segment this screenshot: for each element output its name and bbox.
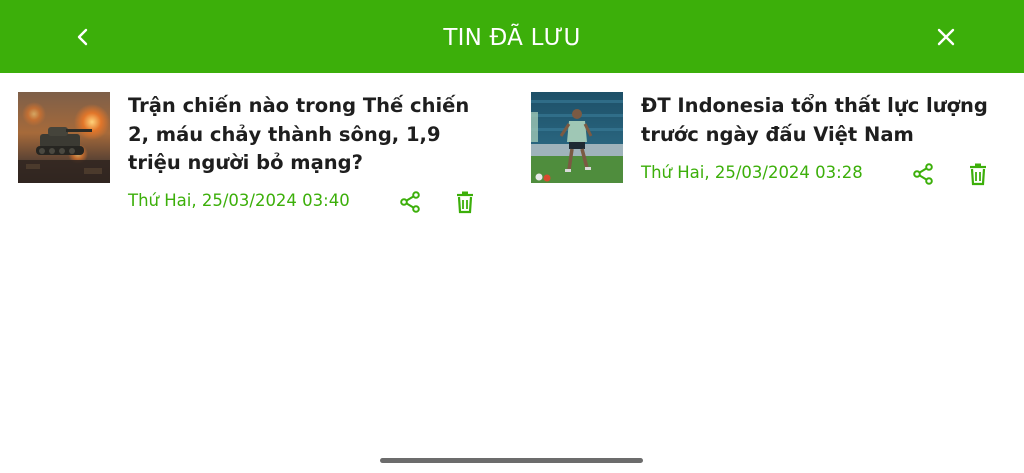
article-headline[interactable]: ĐT Indonesia tổn thất lực lượng trước ng… <box>641 92 1011 149</box>
article-date: Thứ Hai, 25/03/2024 03:40 <box>128 191 350 210</box>
article-thumbnail-football[interactable] <box>531 92 623 183</box>
share-button[interactable] <box>909 160 937 188</box>
share-button[interactable] <box>396 188 424 216</box>
page-title: TIN ĐÃ LƯU <box>443 25 581 51</box>
delete-button[interactable] <box>451 188 479 216</box>
share-icon <box>400 191 420 213</box>
top-bar: TIN ĐÃ LƯU <box>0 0 1024 73</box>
article-date: Thứ Hai, 25/03/2024 03:28 <box>641 163 863 182</box>
delete-button[interactable] <box>964 160 992 188</box>
close-button[interactable] <box>929 20 963 54</box>
home-indicator[interactable] <box>380 458 643 463</box>
close-icon <box>937 28 955 46</box>
trash-icon <box>457 191 473 214</box>
trash-icon <box>970 163 986 186</box>
article-headline[interactable]: Trận chiến nào trong Thế chiến 2, máu ch… <box>128 92 488 178</box>
saved-article-card[interactable]: ĐT Indonesia tổn thất lực lượng trước ng… <box>531 92 1011 192</box>
share-icon <box>913 163 933 185</box>
saved-article-card[interactable]: Trận chiến nào trong Thế chiến 2, máu ch… <box>18 92 488 222</box>
article-thumbnail-war-tank[interactable] <box>18 92 110 183</box>
